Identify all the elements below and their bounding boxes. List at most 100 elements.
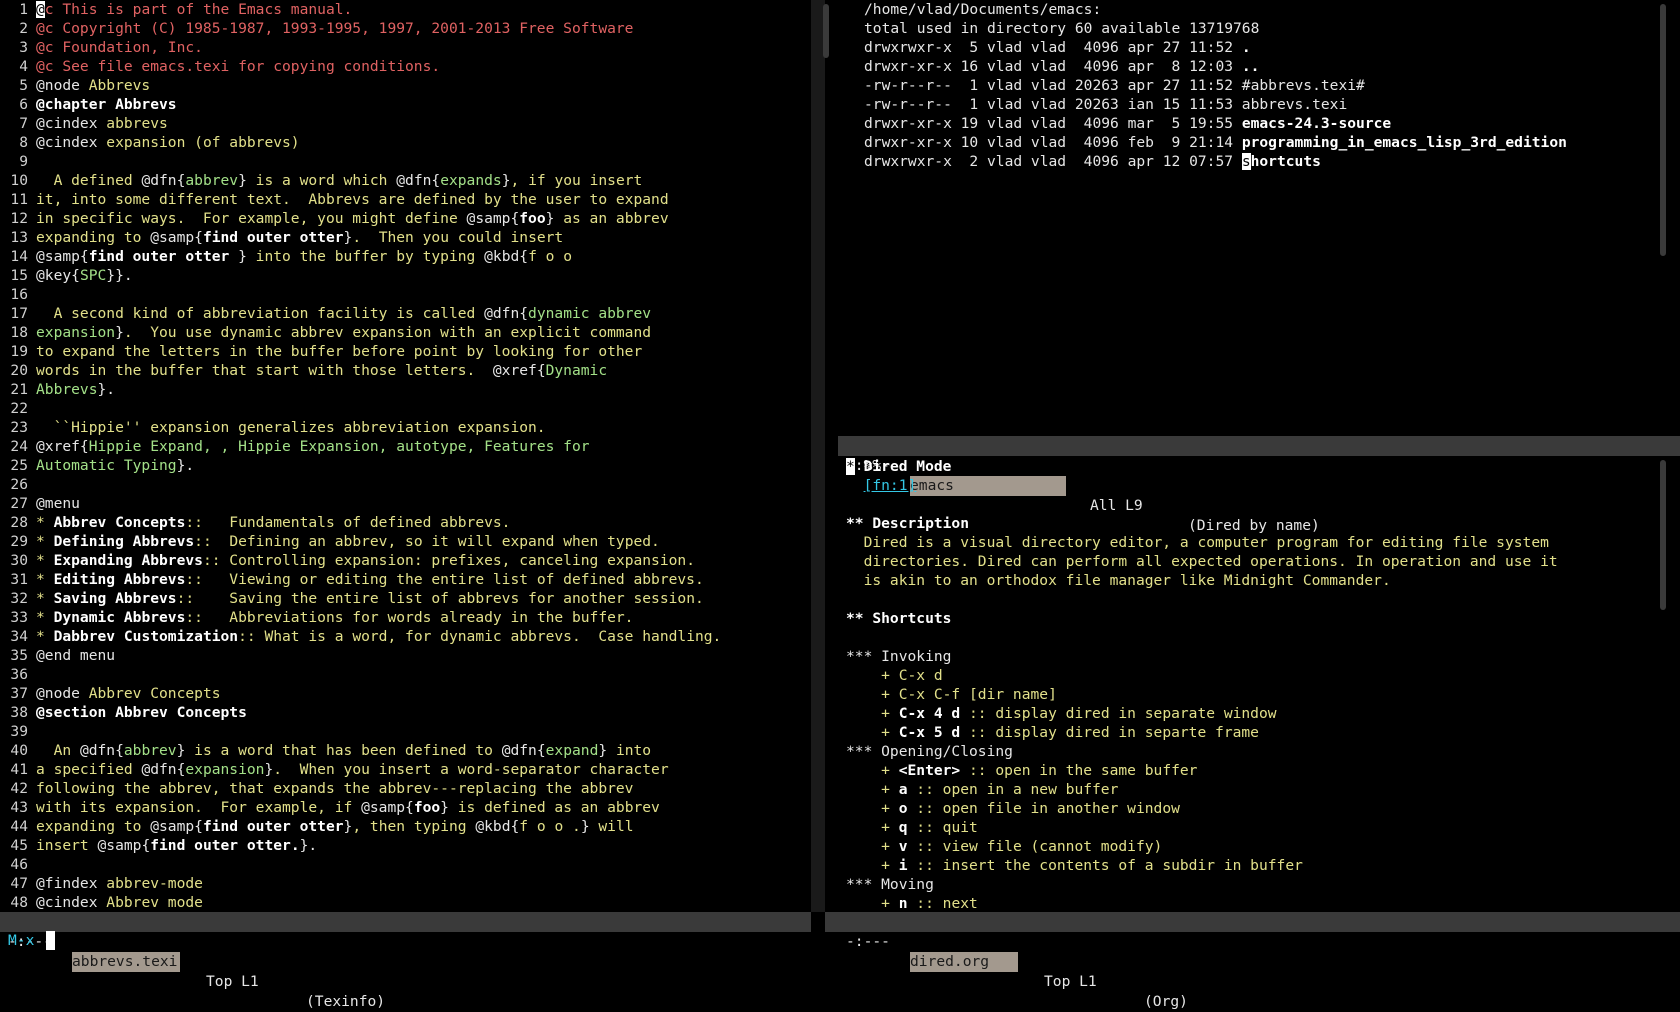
code-line[interactable]: 17 A second kind of abbreviation facilit… [0,304,811,323]
text-run: * [36,609,54,626]
code-line[interactable]: 33 * Dynamic Abbrevs:: Abbreviations for … [0,608,811,627]
dired-entry[interactable]: -rw-r--r-- 1 vlad vlad 20263 ian 15 11:5… [864,95,1654,114]
dired-entry[interactable]: -rw-r--r-- 1 vlad vlad 20263 apr 27 11:5… [864,76,1654,95]
left-scrollbar[interactable] [823,4,829,58]
code-line[interactable]: 46 [0,855,811,874]
org-line[interactable] [846,628,1654,647]
code-line[interactable]: 31 * Editing Abbrevs:: Viewing or editing… [0,570,811,589]
text-run: is defined as an abbrev [448,799,660,816]
code-line[interactable]: 45 insert @samp{find outer otter.}. [0,836,811,855]
org-line[interactable]: directories. Dired can perform all expec… [846,552,1654,571]
code-line[interactable]: 4 @c See file emacs.texi for copying cond… [0,57,811,76]
org-line[interactable]: ** Shortcuts [846,609,1654,628]
org-line[interactable]: [fn:1] [846,476,1654,495]
dired-entry[interactable]: drwxrwxr-x 5 vlad vlad 4096 apr 27 11:52… [864,38,1654,57]
code-line[interactable]: 34 * Dabbrev Customization:: What is a wo… [0,627,811,646]
code-line[interactable]: 21 Abbrevs}. [0,380,811,399]
org-line[interactable]: + v :: view file (cannot modify) [846,837,1654,856]
org-line[interactable]: + C-x d [846,666,1654,685]
code-line[interactable]: 22 [0,399,811,418]
code-line[interactable]: 14 @samp{find outer otter } into the buff… [0,247,811,266]
org-line[interactable]: ** Description [846,514,1654,533]
org-line[interactable]: + q :: quit [846,818,1654,837]
code-line[interactable]: 38 @section Abbrev Concepts [0,703,811,722]
code-line[interactable]: 3 @c Foundation, Inc. [0,38,811,57]
code-line[interactable]: 20 words in the buffer that start with th… [0,361,811,380]
org-line[interactable]: + i :: insert the contents of a subdir i… [846,856,1654,875]
dired-entry[interactable]: drwxrwxr-x 2 vlad vlad 4096 apr 12 07:57… [864,152,1654,171]
code-line[interactable]: 8 @cindex expansion (of abbrevs) [0,133,811,152]
code-line[interactable]: 28 * Abbrev Concepts:: Fundamentals of de… [0,513,811,532]
code-line[interactable]: 41 a specified @dfn{expansion}. When you … [0,760,811,779]
code-line[interactable]: 44 expanding to @samp{find outer otter} , … [0,817,811,836]
code-line[interactable]: 32 * Saving Abbrevs:: Saving the entire l… [0,589,811,608]
org-line[interactable]: + n :: next [846,894,1654,913]
org-line[interactable] [846,590,1654,609]
code-line[interactable]: 15 @key{SPC}}. [0,266,811,285]
org-line[interactable]: + a :: open in a new buffer [846,780,1654,799]
code-line[interactable]: 18 expansion}. You use dynamic abbrev exp… [0,323,811,342]
dired-scrollbar[interactable] [1660,4,1666,256]
code-line[interactable]: 42 following the abbrev, that expands the… [0,779,811,798]
text-run: as an abbrev [554,210,669,227]
text-run: abbrevs [106,115,168,132]
modeline-buffer-name[interactable]: abbrevs.texi [72,952,180,972]
line-number: 35 [10,647,28,664]
org-line[interactable]: + C-x C-f [dir name] [846,685,1654,704]
code-line[interactable]: 30 * Expanding Abbrevs:: Controlling expa… [0,551,811,570]
code-line[interactable]: 9 [0,152,811,171]
org-line[interactable]: Dired is a visual directory editor, a co… [846,533,1654,552]
line-text: @c Foundation, Inc. [36,38,203,57]
text-run: is a word which [246,172,397,189]
code-line[interactable]: 37 @node Abbrev Concepts [0,684,811,703]
dired-header[interactable]: /home/vlad/Documents/emacs: [864,0,1654,19]
code-line[interactable]: 40 An @dfn{abbrev} is a word that has be… [0,741,811,760]
modeline-major-mode[interactable]: (Org) [1144,992,1188,1012]
dired-entry[interactable]: drwxr-xr-x 10 vlad vlad 4096 feb 9 21:14… [864,133,1654,152]
code-line[interactable]: 19 to expand the letters in the buffer be… [0,342,811,361]
minibuffer-cursor[interactable] [46,931,55,950]
code-line[interactable]: 27 @menu [0,494,811,513]
code-line[interactable]: 6 @chapter Abbrevs [0,95,811,114]
code-line[interactable]: 36 [0,665,811,684]
code-line[interactable]: 10 A defined @dfn{abbrev} is a word whic… [0,171,811,190]
text-run: f o o . [519,818,581,835]
org-line[interactable]: + C-x 5 d :: display dired in separte fr… [846,723,1654,742]
org-line[interactable]: *** Moving [846,875,1654,894]
code-line[interactable]: 24 @xref{Hippie Expand, , Hippie Expansio… [0,437,811,456]
code-line[interactable]: 11 it, into some different text. Abbrevs … [0,190,811,209]
code-line[interactable]: 1 @c This is part of the Emacs manual. [0,0,811,19]
modeline-major-mode[interactable]: (Texinfo) [306,992,385,1012]
org-line[interactable] [846,495,1654,514]
dired-entry[interactable]: drwxr-xr-x 19 vlad vlad 4096 mar 5 19:55… [864,114,1654,133]
code-line[interactable]: 2 @c Copyright (C) 1985-1987, 1993-1995, … [0,19,811,38]
org-line[interactable]: *** Opening/Closing [846,742,1654,761]
dired-entry[interactable]: drwxr-xr-x 16 vlad vlad 4096 apr 8 12:03… [864,57,1654,76]
code-line[interactable]: 29 * Defining Abbrevs:: Defining an abbre… [0,532,811,551]
org-line[interactable]: + <Enter> :: open in the same buffer [846,761,1654,780]
text-run: abbrev-mode [106,875,203,892]
code-line[interactable]: 48 @cindex Abbrev mode [0,893,811,912]
code-line[interactable]: 43 with its expansion. For example, if @s… [0,798,811,817]
org-line[interactable]: + o :: open file in another window [846,799,1654,818]
code-line[interactable]: 7 @cindex abbrevs [0,114,811,133]
code-line[interactable]: 25 Automatic Typing}. [0,456,811,475]
dired-header[interactable]: total used in directory 60 available 137… [864,19,1654,38]
code-line[interactable]: 47 @findex abbrev-mode [0,874,811,893]
code-line[interactable]: 23 ``Hippie'' expansion generalizes abbr… [0,418,811,437]
code-line[interactable]: 12 in specific ways. For example, you mig… [0,209,811,228]
org-line[interactable]: *** Invoking [846,647,1654,666]
code-line[interactable]: 13 expanding to @samp{find outer otter}. … [0,228,811,247]
code-line[interactable]: 26 [0,475,811,494]
line-number: 25 [10,457,28,474]
org-scrollbar[interactable] [1660,460,1666,610]
code-line[interactable]: 39 [0,722,811,741]
code-line[interactable]: 35 @end menu [0,646,811,665]
code-line[interactable]: 5 @node Abbrevs [0,76,811,95]
org-line[interactable]: is akin to an orthodox file manager like… [846,571,1654,590]
org-line[interactable]: * Dired Mode [846,457,1654,476]
org-line[interactable]: + C-x 4 d :: display dired in separate w… [846,704,1654,723]
code-line[interactable]: 16 [0,285,811,304]
text-run: is akin to an orthodox file manager like… [846,572,1391,589]
modeline-buffer-name[interactable]: dired.org [910,952,1018,972]
